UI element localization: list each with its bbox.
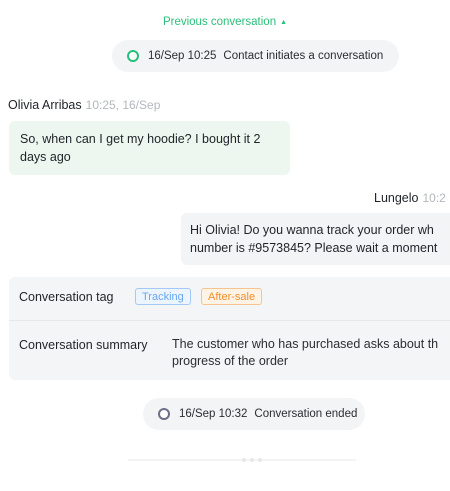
conversation-panel: Previous conversation ▲ 16/Sep 10:25 Cont… xyxy=(0,0,450,491)
more-dots-icon xyxy=(242,458,262,462)
summary-line-1: The customer who has purchased asks abou… xyxy=(172,337,439,351)
agent-message-header: Lungelo 10:2 xyxy=(374,191,446,205)
customer-name: Olivia Arribas xyxy=(8,98,82,112)
start-event-text: Contact initiates a conversation xyxy=(223,50,384,62)
previous-conversation-label[interactable]: Previous conversation xyxy=(163,16,276,28)
agent-message-line-2: number is #9573845? Please wait a moment xyxy=(190,241,438,255)
customer-message-header: Olivia Arribas 10:25, 16/Sep xyxy=(8,98,160,112)
end-event-text: Conversation ended xyxy=(254,408,358,420)
triangle-up-icon: ▲ xyxy=(280,19,288,26)
summary-line-2: progress of the order xyxy=(172,354,289,368)
conversation-info-card: Conversation tag Tracking After-sale Con… xyxy=(9,277,450,380)
customer-message-time: 10:25, 16/Sep xyxy=(85,98,161,112)
conversation-end-event: 16/Sep 10:32 Conversation ended xyxy=(143,398,365,430)
agent-message-time: 10:2 xyxy=(422,191,446,205)
info-divider xyxy=(9,320,450,321)
conversation-summary-text: The customer who has purchased asks abou… xyxy=(172,336,450,370)
start-event-time: 16/Sep 10:25 xyxy=(148,50,217,62)
tag-tracking[interactable]: Tracking xyxy=(135,288,191,305)
conversation-summary-label: Conversation summary xyxy=(19,338,148,352)
agent-message-line-1: Hi Olivia! Do you wanna track your order… xyxy=(190,223,434,237)
conversation-tag-label: Conversation tag xyxy=(19,290,114,304)
end-event-time: 16/Sep 10:32 xyxy=(179,408,248,420)
status-dot-icon xyxy=(158,408,170,420)
agent-name: Lungelo xyxy=(374,191,419,205)
conversation-start-event: 16/Sep 10:25 Contact initiates a convers… xyxy=(112,40,399,72)
previous-conversation-link[interactable]: Previous conversation ▲ xyxy=(0,16,450,28)
customer-message-bubble: So, when can I get my hoodie? I bought i… xyxy=(9,121,290,175)
agent-message-bubble: Hi Olivia! Do you wanna track your order… xyxy=(181,213,450,265)
tag-after-sale[interactable]: After-sale xyxy=(201,288,263,305)
status-dot-icon xyxy=(127,50,139,62)
